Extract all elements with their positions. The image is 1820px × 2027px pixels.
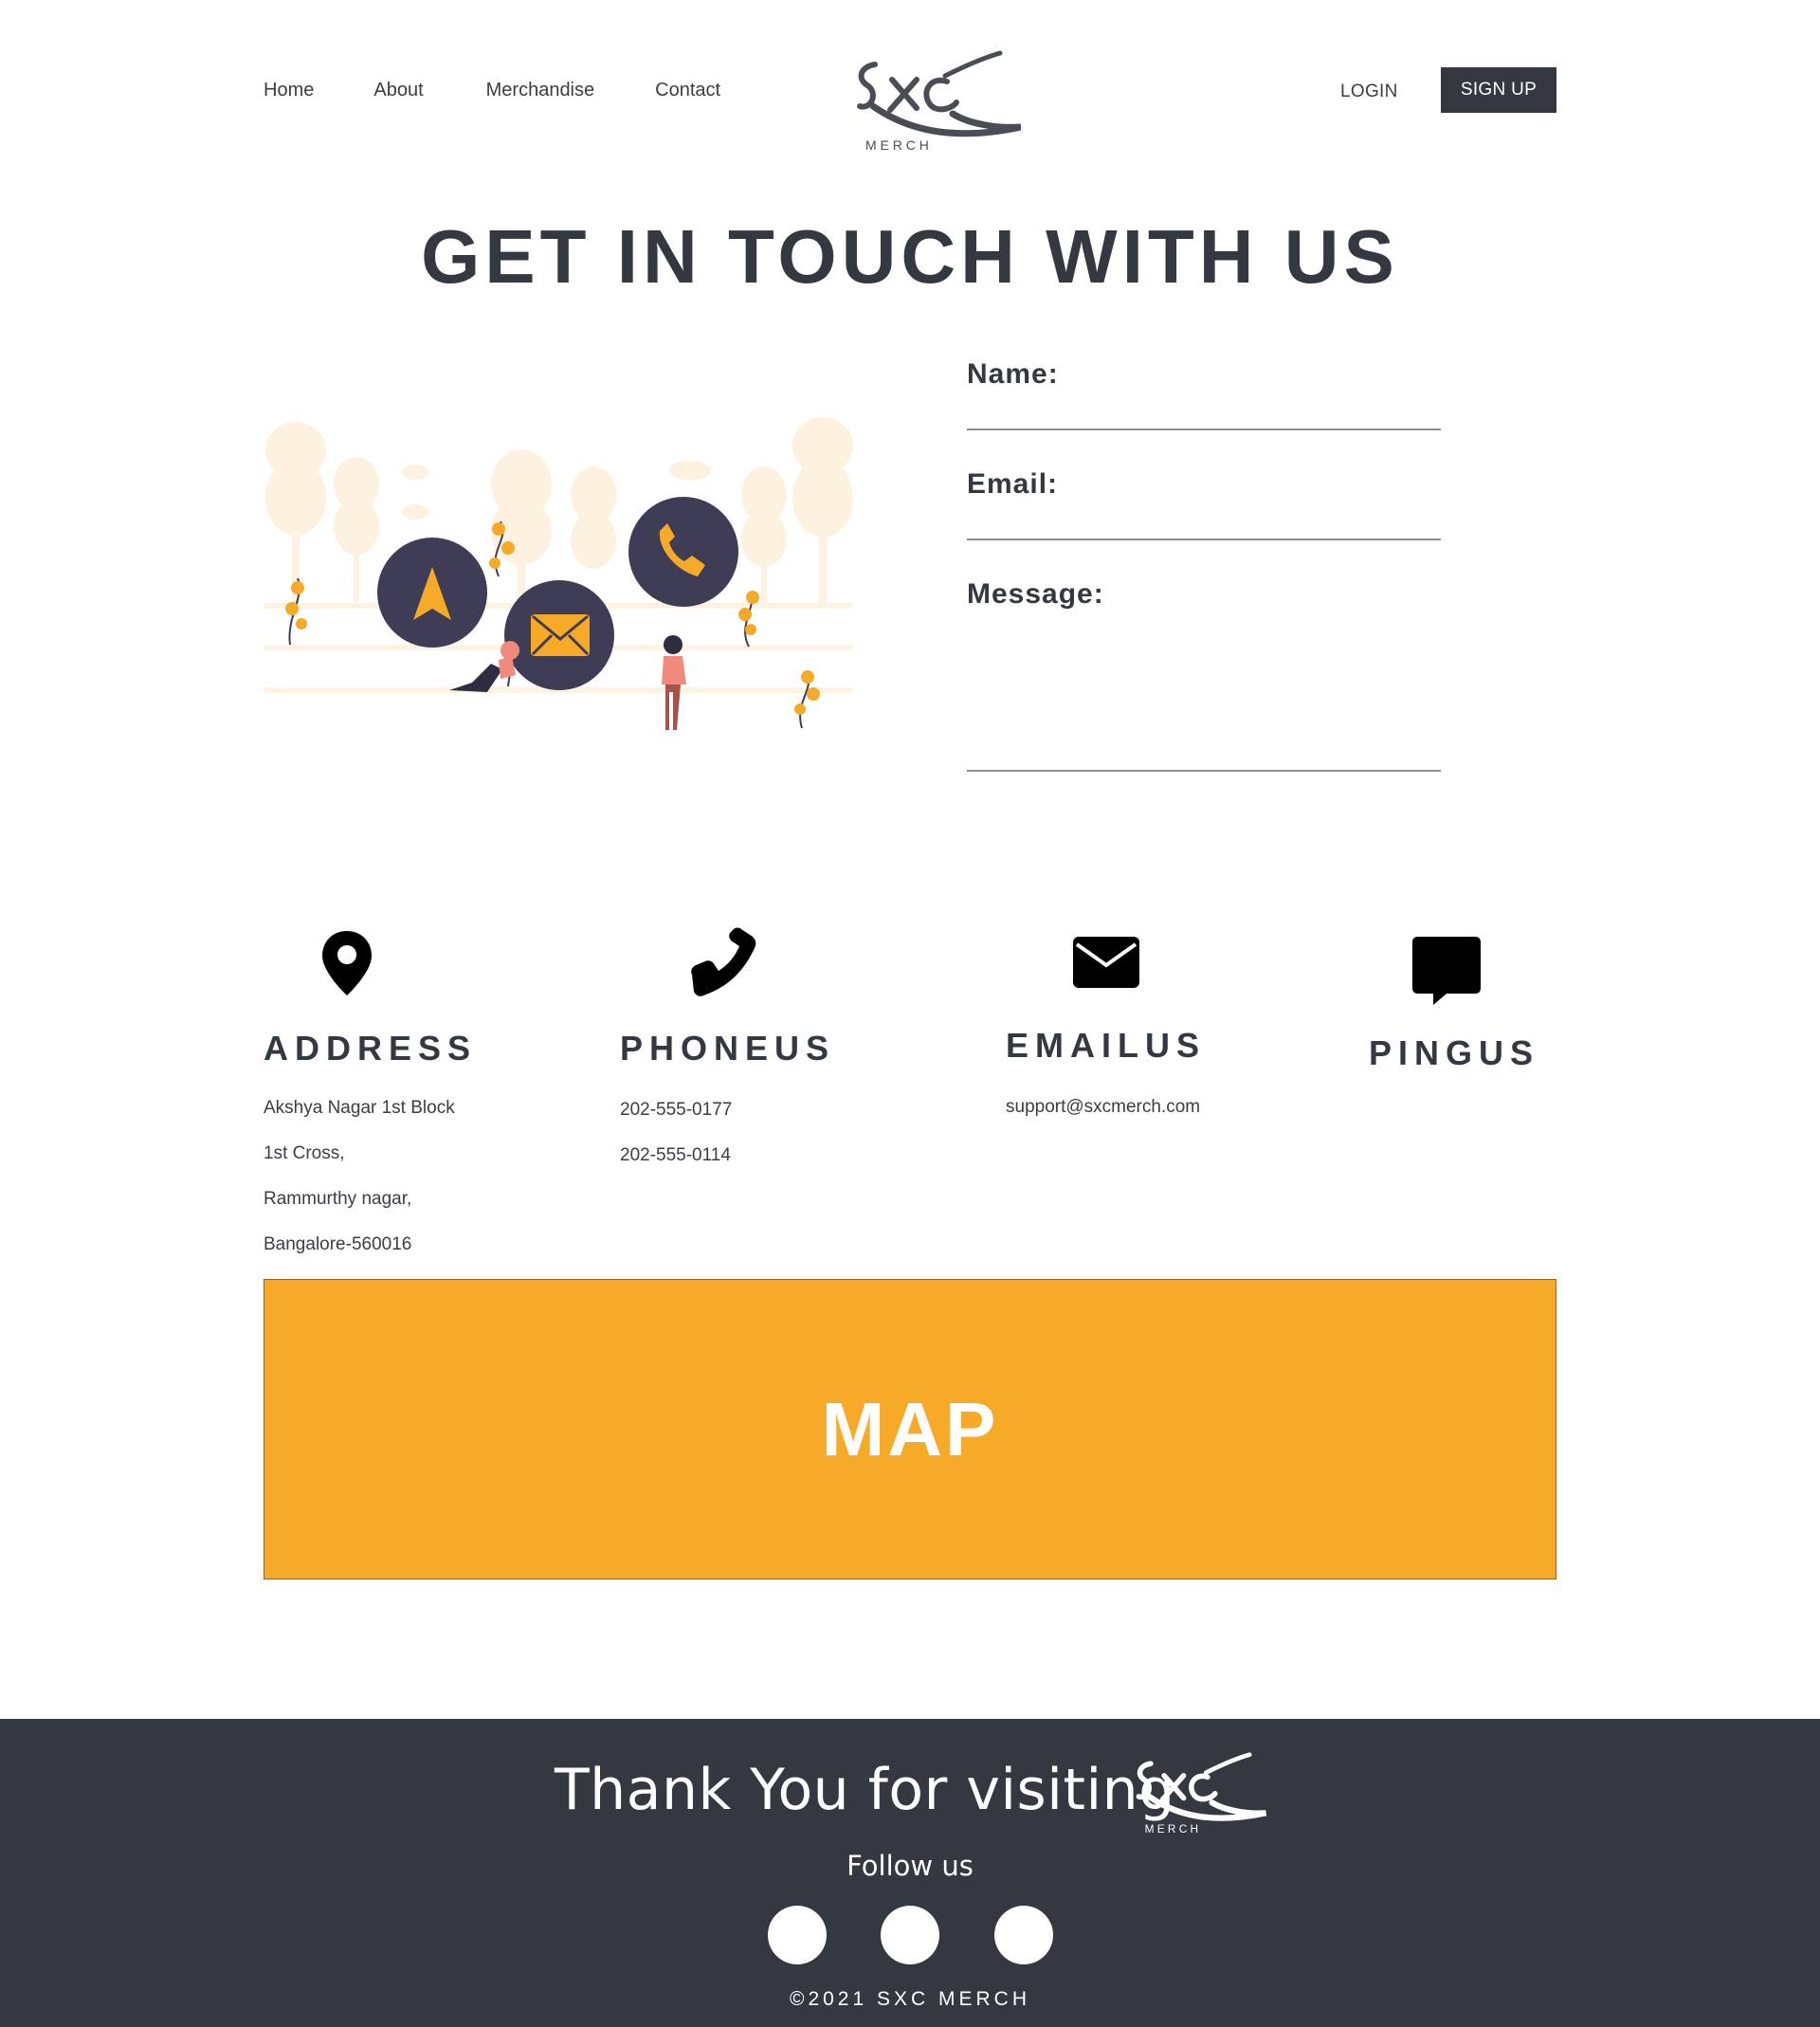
chat-bubble-icon — [1412, 937, 1481, 1005]
email-label: Email: — [967, 468, 1059, 500]
phone-title: PHONEUS — [620, 1029, 836, 1068]
signup-button[interactable]: SIGN UP — [1441, 67, 1556, 113]
address-line-1: Akshya Nagar 1st Block — [264, 1098, 455, 1118]
social-link-2[interactable] — [881, 1906, 939, 1964]
phone-line-2[interactable]: 202-555-0114 — [620, 1144, 732, 1167]
phone-icon — [691, 927, 756, 996]
name-label: Name: — [967, 358, 1059, 390]
address-title: ADDRESS — [264, 1029, 478, 1068]
email-text: support@sxcmerch.com — [1006, 1073, 1200, 1141]
footer: Thank You for visiting M E R C H Follow … — [0, 1719, 1820, 2027]
address-line-4: Bangalore-560016 — [264, 1234, 412, 1254]
message-label: Message: — [967, 578, 1104, 610]
contact-illustration — [264, 417, 853, 730]
footer-sxc-logo[interactable]: M E R C H — [1134, 1750, 1266, 1835]
copyright: ©2021 SXC MERCH — [789, 1988, 1031, 2010]
main-nav: Home About Merchandise Contact — [264, 80, 781, 101]
nav-merchandise-link[interactable]: Merchandise — [486, 80, 595, 101]
footer-thanks: Thank You for visiting — [555, 1757, 1175, 1823]
nav-about-link[interactable]: About — [373, 80, 423, 101]
address-line-3: Rammurthy nagar, — [264, 1189, 412, 1209]
address-text: Akshya Nagar 1st Block 1st Cross, Rammur… — [264, 1074, 455, 1279]
name-field[interactable] — [967, 429, 1441, 430]
email-title: EMAILUS — [1006, 1026, 1206, 1065]
map-area[interactable]: MAP — [264, 1279, 1556, 1580]
nav-home-link[interactable]: Home — [264, 80, 314, 101]
social-link-1[interactable] — [768, 1906, 827, 1964]
social-link-3[interactable] — [994, 1906, 1053, 1964]
envelope-icon — [1073, 937, 1139, 988]
email-line-1[interactable]: support@sxcmerch.com — [1006, 1096, 1200, 1119]
footer-logo-merch-text: M E R C H — [1145, 1822, 1199, 1835]
page-title: GET IN TOUCH WITH US — [421, 214, 1399, 299]
map-label: MAP — [821, 1386, 999, 1471]
logo-merch-text: M E R C H — [865, 137, 929, 153]
phone-line-1[interactable]: 202-555-0177 — [620, 1099, 732, 1122]
ping-title[interactable]: PINGUS — [1369, 1033, 1539, 1073]
sxc-merch-logo[interactable]: M E R C H — [854, 47, 1021, 155]
follow-us-label: Follow us — [846, 1850, 974, 1882]
login-link[interactable]: LOGIN — [1340, 82, 1398, 102]
map-pin-icon — [322, 931, 372, 995]
message-field[interactable] — [967, 770, 1441, 772]
phone-text: 202-555-0177 202-555-0114 — [620, 1076, 732, 1190]
email-field[interactable] — [967, 539, 1441, 540]
address-line-2: 1st Cross, — [264, 1143, 345, 1163]
nav-contact-link[interactable]: Contact — [655, 80, 720, 101]
